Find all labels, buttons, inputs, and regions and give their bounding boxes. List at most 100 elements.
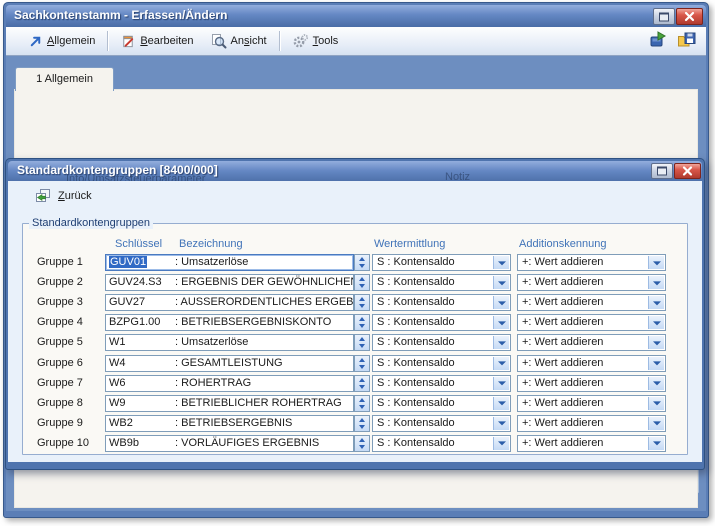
- wertermittlung-combobox[interactable]: S : Kontensaldo: [372, 254, 511, 271]
- key-input[interactable]: WB9b: VORLÄUFIGES ERGEBNIS: [105, 435, 354, 452]
- additionskennung-dropdown-icon[interactable]: [648, 316, 664, 329]
- group-row: Gruppe 5 W1: Umsatzerlöse S : Kontensald…: [23, 334, 687, 353]
- additionskennung-combobox[interactable]: +: Wert addieren: [517, 274, 666, 291]
- key-spinner[interactable]: [354, 375, 370, 392]
- menu-bearbeiten[interactable]: Bearbeiten: [112, 31, 201, 52]
- additionskennung-dropdown-icon[interactable]: [648, 336, 664, 349]
- wertermittlung-dropdown-icon[interactable]: [493, 357, 509, 370]
- wertermittlung-dropdown-icon[interactable]: [493, 417, 509, 430]
- menu-ansicht[interactable]: Ansicht: [202, 30, 275, 52]
- key-input[interactable]: W9: BETRIEBLICHER ROHERTRAG: [105, 395, 354, 412]
- key-description: : BETRIEBLICHER ROHERTRAG: [175, 397, 342, 409]
- wertermittlung-dropdown-icon[interactable]: [493, 397, 509, 410]
- key-spinner[interactable]: [354, 435, 370, 452]
- wertermittlung-combobox[interactable]: S : Kontensaldo: [372, 314, 511, 331]
- key-spinner[interactable]: [354, 314, 370, 331]
- key-input[interactable]: W1: Umsatzerlöse: [105, 334, 354, 351]
- additionskennung-combobox[interactable]: +: Wert addieren: [517, 395, 666, 412]
- menu-tools[interactable]: Tools: [284, 30, 347, 52]
- wertermittlung-combobox[interactable]: S : Kontensaldo: [372, 395, 511, 412]
- key-spinner[interactable]: [354, 294, 370, 311]
- wertermittlung-dropdown-icon[interactable]: [493, 276, 509, 289]
- key-input[interactable]: BZPG1.00: BETRIEBSERGEBNISKONTO: [105, 314, 354, 331]
- key-value: W9: [109, 396, 175, 411]
- additionskennung-combobox[interactable]: +: Wert addieren: [517, 314, 666, 331]
- dialog-standardkontengruppen: Standardkontengruppen [8400/000] Info/Um…: [5, 158, 705, 470]
- wertermittlung-dropdown-icon[interactable]: [493, 316, 509, 329]
- key-spinner[interactable]: [354, 254, 370, 271]
- key-description: : BETRIEBSERGEBNIS: [175, 417, 292, 429]
- groups-legend: Standardkontengruppen: [29, 217, 153, 229]
- additionskennung-dropdown-icon[interactable]: [648, 417, 664, 430]
- dialog-close-button[interactable]: [674, 163, 701, 179]
- additionskennung-dropdown-icon[interactable]: [648, 256, 664, 269]
- dialog-close-icon: [675, 164, 700, 178]
- wertermittlung-combobox[interactable]: S : Kontensaldo: [372, 415, 511, 432]
- spinner-down-icon: [359, 304, 365, 308]
- wertermittlung-combobox[interactable]: S : Kontensaldo: [372, 294, 511, 311]
- additionskennung-combobox[interactable]: +: Wert addieren: [517, 294, 666, 311]
- key-description: : ERGEBNIS DER GEWÖHNLICHEN GES: [175, 276, 354, 288]
- wertermittlung-combobox[interactable]: S : Kontensaldo: [372, 334, 511, 351]
- export-button[interactable]: [649, 31, 667, 51]
- key-value: GUV24.S3: [109, 275, 175, 290]
- wertermittlung-combobox[interactable]: S : Kontensaldo: [372, 274, 511, 291]
- additionskennung-dropdown-icon[interactable]: [648, 357, 664, 370]
- arrow-ne-icon: [28, 34, 43, 49]
- additionskennung-combobox[interactable]: +: Wert addieren: [517, 254, 666, 271]
- additionskennung-combobox[interactable]: +: Wert addieren: [517, 435, 666, 452]
- close-button[interactable]: [676, 8, 703, 25]
- main-titlebar[interactable]: Sachkontenstamm - Erfassen/Ändern: [6, 5, 706, 27]
- additionskennung-dropdown-icon[interactable]: [648, 397, 664, 410]
- group-row: Gruppe 1 GUV01: Umsatzerlöse S : Kontens…: [23, 254, 687, 273]
- additionskennung-dropdown-icon[interactable]: [648, 437, 664, 450]
- wertermittlung-value: S : Kontensaldo: [377, 417, 455, 429]
- additionskennung-dropdown-icon[interactable]: [648, 276, 664, 289]
- wertermittlung-value: S : Kontensaldo: [377, 256, 455, 268]
- additionskennung-combobox[interactable]: +: Wert addieren: [517, 375, 666, 392]
- additionskennung-value: +: Wert addieren: [522, 397, 603, 409]
- wertermittlung-combobox[interactable]: S : Kontensaldo: [372, 355, 511, 372]
- key-spinner[interactable]: [354, 395, 370, 412]
- additionskennung-combobox[interactable]: +: Wert addieren: [517, 415, 666, 432]
- wertermittlung-dropdown-icon[interactable]: [493, 437, 509, 450]
- key-spinner[interactable]: [354, 334, 370, 351]
- wertermittlung-dropdown-icon[interactable]: [493, 296, 509, 309]
- wertermittlung-combobox[interactable]: S : Kontensaldo: [372, 435, 511, 452]
- key-value: WB2: [109, 416, 175, 431]
- menu-allgemein[interactable]: Allgemein: [20, 31, 103, 52]
- maximize-button[interactable]: [653, 8, 675, 25]
- key-description: : AUSSERORDENTLICHES ERGEBNIS: [175, 296, 354, 308]
- spinner-up-icon: [359, 317, 365, 321]
- additionskennung-dropdown-icon[interactable]: [648, 296, 664, 309]
- tab-allgemein[interactable]: 1 Allgemein: [15, 67, 114, 91]
- key-input[interactable]: GUV01: Umsatzerlöse: [105, 254, 354, 271]
- group-label: Gruppe 10: [37, 435, 101, 452]
- wertermittlung-combobox[interactable]: S : Kontensaldo: [372, 375, 511, 392]
- spinner-down-icon: [359, 324, 365, 328]
- additionskennung-combobox[interactable]: +: Wert addieren: [517, 355, 666, 372]
- key-input[interactable]: WB2: BETRIEBSERGEBNIS: [105, 415, 354, 432]
- additionskennung-combobox[interactable]: +: Wert addieren: [517, 334, 666, 351]
- key-spinner[interactable]: [354, 355, 370, 372]
- key-input[interactable]: GUV24.S3: ERGEBNIS DER GEWÖHNLICHEN GES: [105, 274, 354, 291]
- additionskennung-dropdown-icon[interactable]: [648, 377, 664, 390]
- key-spinner[interactable]: [354, 415, 370, 432]
- key-input[interactable]: W4: GESAMTLEISTUNG: [105, 355, 354, 372]
- save-button[interactable]: [677, 31, 696, 51]
- toolbar-separator: [279, 31, 280, 51]
- dialog-maximize-button[interactable]: [651, 163, 673, 179]
- additionskennung-value: +: Wert addieren: [522, 437, 603, 449]
- wertermittlung-dropdown-icon[interactable]: [493, 256, 509, 269]
- wertermittlung-dropdown-icon[interactable]: [493, 377, 509, 390]
- key-input[interactable]: W6: ROHERTRAG: [105, 375, 354, 392]
- key-input[interactable]: GUV27: AUSSERORDENTLICHES ERGEBNIS: [105, 294, 354, 311]
- wertermittlung-dropdown-icon[interactable]: [493, 336, 509, 349]
- additionskennung-value: +: Wert addieren: [522, 377, 603, 389]
- additionskennung-value: +: Wert addieren: [522, 336, 603, 348]
- spinner-up-icon: [359, 257, 365, 261]
- group-label: Gruppe 7: [37, 375, 101, 392]
- back-button[interactable]: Zurück: [30, 186, 96, 206]
- dialog-titlebar[interactable]: Standardkontengruppen [8400/000] Info/Um…: [8, 161, 702, 183]
- key-spinner[interactable]: [354, 274, 370, 291]
